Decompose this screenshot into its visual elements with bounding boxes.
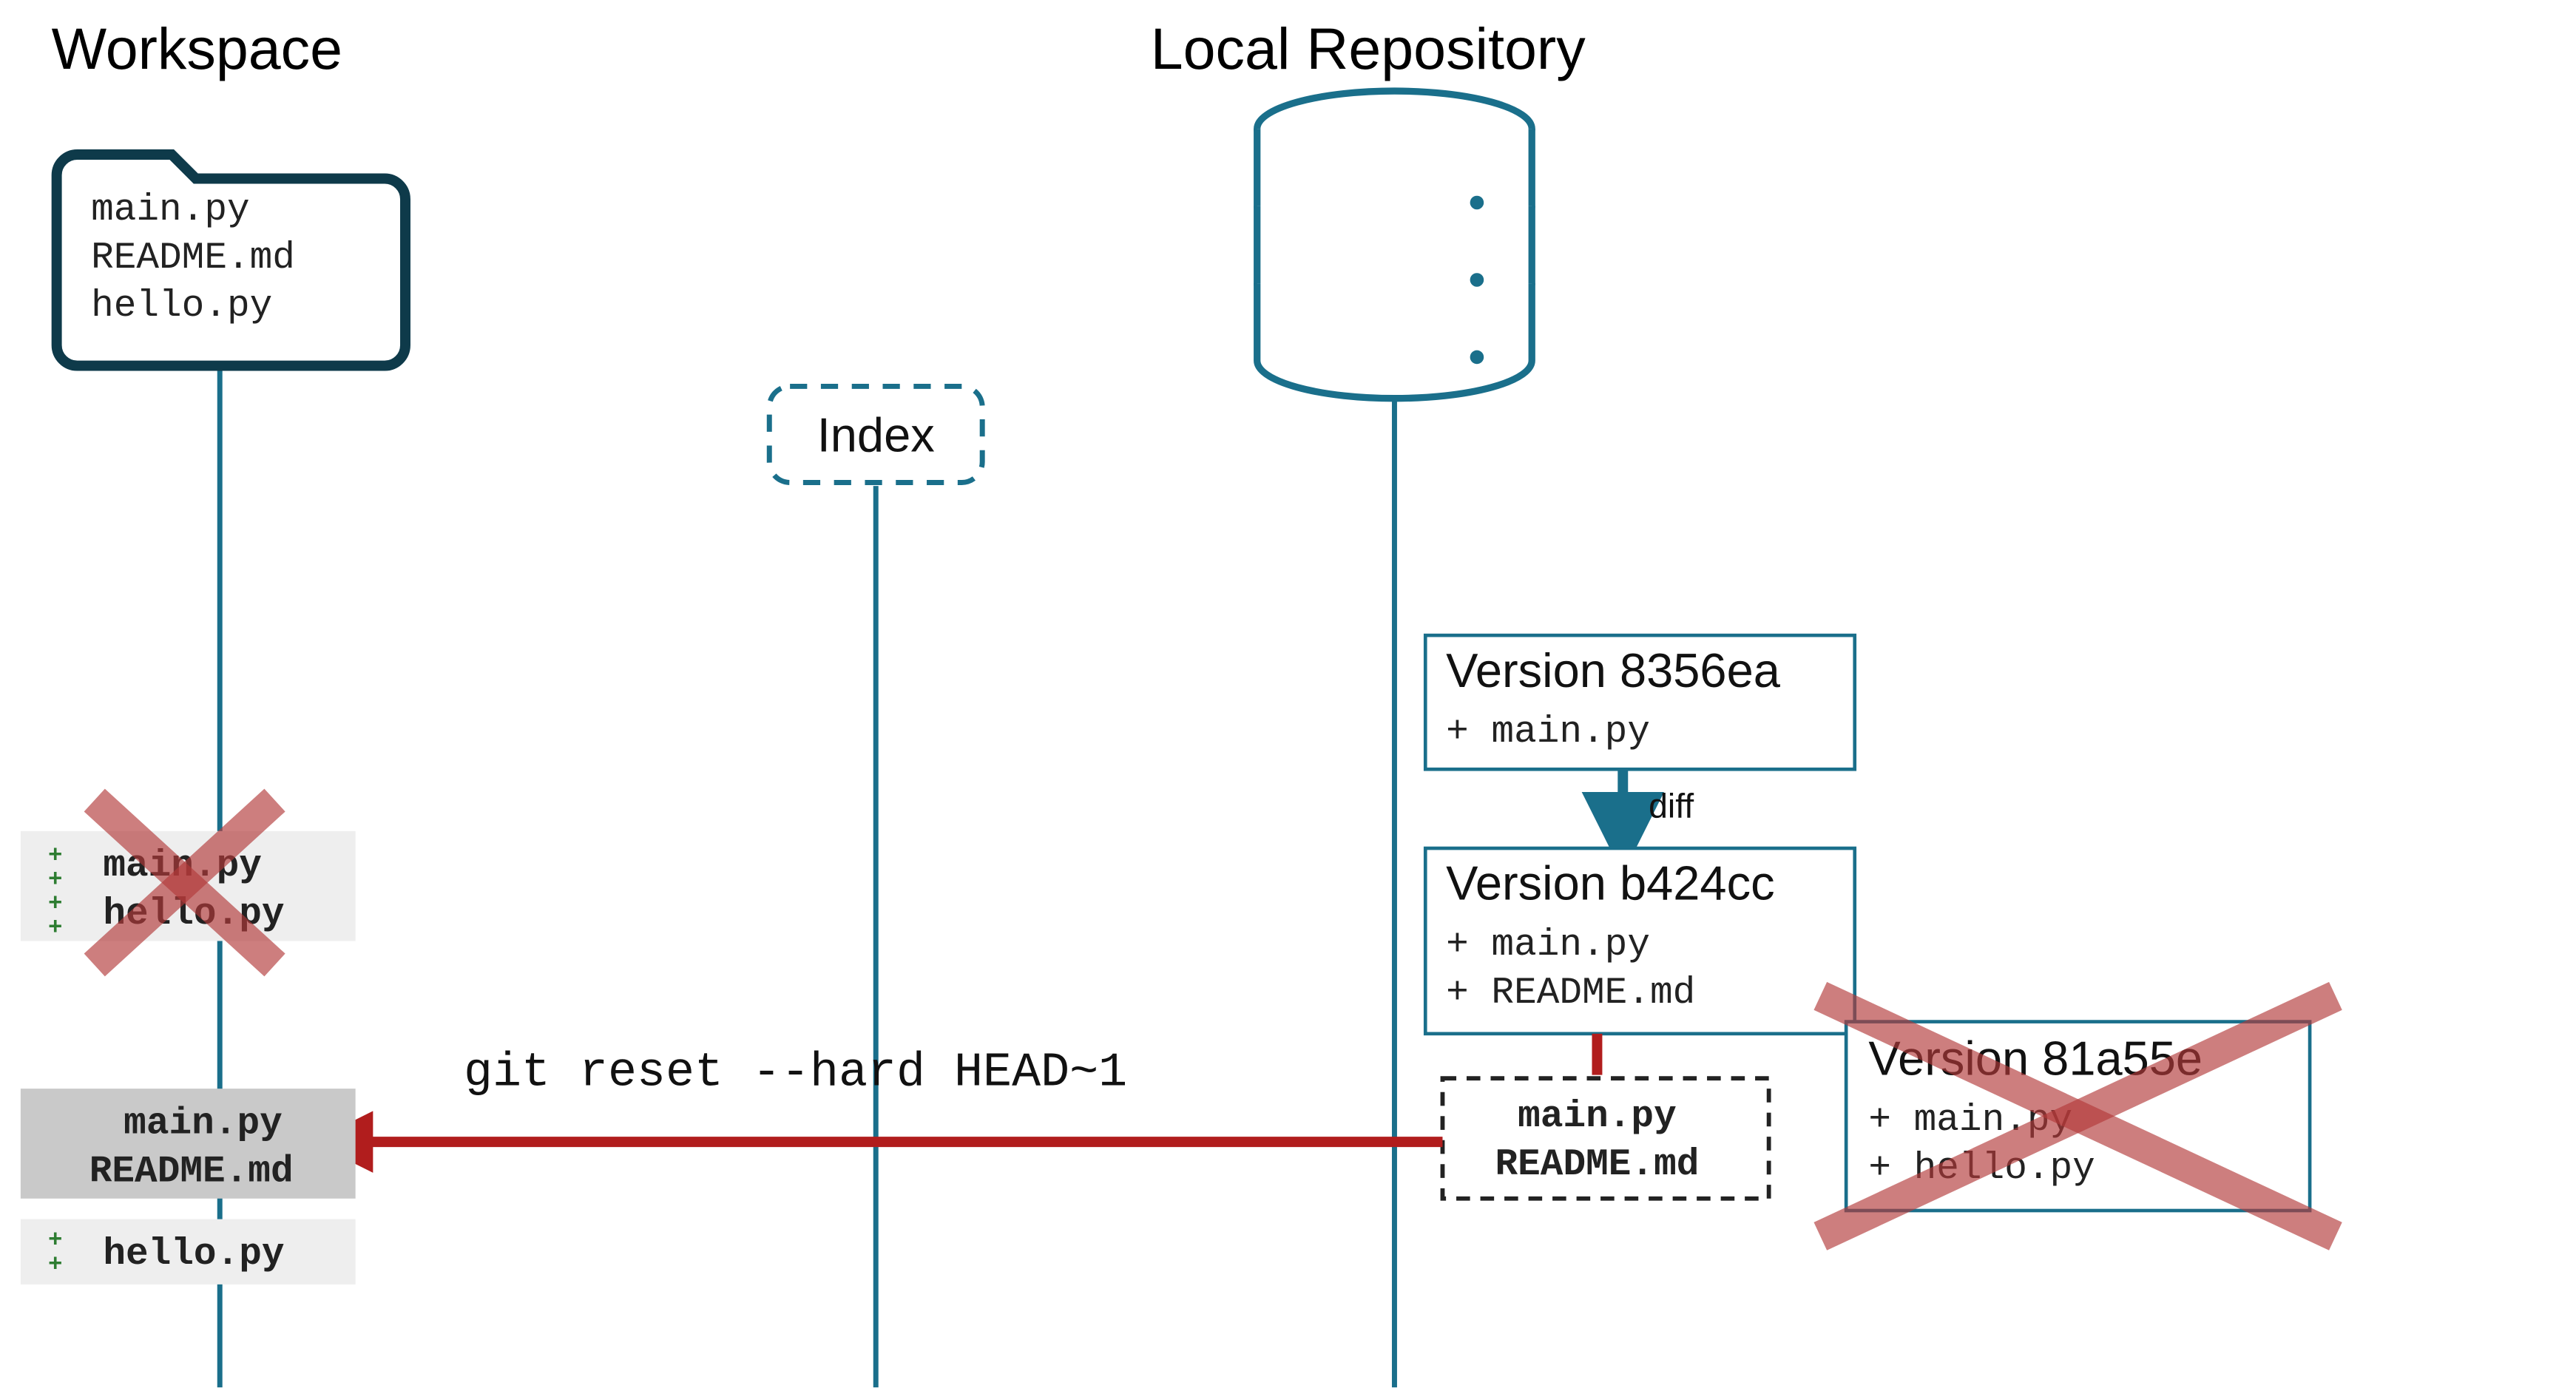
snapshot-line-0: main.py bbox=[1518, 1095, 1677, 1138]
folder-file-2: hello.py bbox=[91, 285, 272, 328]
database-icon bbox=[1257, 91, 1532, 399]
commit-1-file-1: + README.md bbox=[1446, 972, 1695, 1015]
commit-1-title: Version b424cc bbox=[1446, 856, 1774, 910]
commit-0: Version 8356ea + main.py bbox=[1425, 635, 1854, 769]
snapshot-box: main.py README.md bbox=[1442, 1078, 1768, 1199]
commit-0-title: Version 8356ea bbox=[1446, 643, 1781, 697]
folder-file-1: README.md bbox=[91, 237, 295, 280]
diff-label: diff bbox=[1649, 786, 1694, 825]
localrepo-title: Local Repository bbox=[1151, 16, 1586, 81]
index-box: Index bbox=[769, 386, 982, 482]
ws-res-line-1: README.md bbox=[89, 1151, 294, 1194]
ws-stray-line-0: hello.py bbox=[103, 1233, 284, 1276]
commit-1: Version b424cc + main.py + README.md bbox=[1425, 848, 1854, 1034]
svg-text:+: + bbox=[48, 890, 63, 918]
workspace-title: Workspace bbox=[52, 16, 342, 81]
snapshot-line-1: README.md bbox=[1495, 1143, 1700, 1186]
git-command: git reset --hard HEAD~1 bbox=[464, 1045, 1127, 1100]
svg-text:+: + bbox=[48, 914, 63, 941]
deleted-commit: Version 81a55e + main.py + hello.py bbox=[1820, 996, 2336, 1236]
ws-res-line-0: main.py bbox=[124, 1103, 283, 1145]
workspace-changes-deleted: + + + + main.py hello.py bbox=[21, 800, 356, 965]
svg-text:+: + bbox=[48, 1250, 63, 1278]
workspace-stray: + + hello.py bbox=[21, 1219, 356, 1285]
folder-file-0: main.py bbox=[91, 189, 250, 231]
commit-0-file-0: + main.py bbox=[1446, 711, 1650, 754]
workspace-folder: main.py README.md hello.py bbox=[57, 155, 405, 366]
svg-text:+: + bbox=[48, 842, 63, 870]
svg-text:Index: Index bbox=[817, 408, 935, 462]
workspace-result: main.py README.md bbox=[21, 1089, 356, 1199]
svg-text:+: + bbox=[48, 866, 63, 893]
svg-text:+: + bbox=[48, 1227, 63, 1254]
commit-1-file-0: + main.py bbox=[1446, 924, 1650, 967]
git-reset-diagram: Workspace Local Repository main.py READM… bbox=[0, 0, 2576, 1391]
